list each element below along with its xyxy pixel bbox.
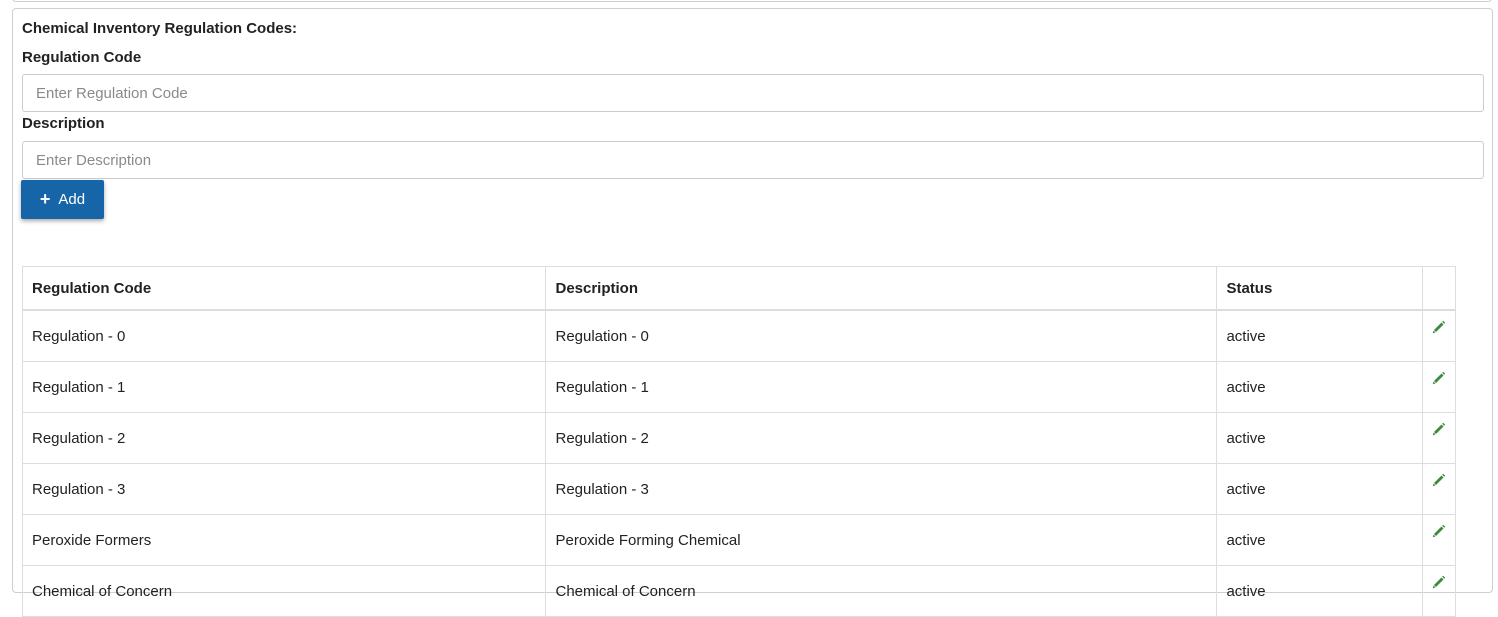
previous-panel-edge: [12, 0, 1492, 2]
table-row: Peroxide Formers Peroxide Forming Chemica…: [21, 514, 1457, 566]
plus-icon: +: [39, 188, 51, 209]
table-row: Chemical of Concern Chemical of Concern ac…: [21, 565, 1457, 617]
description-cell: Regulation - 2: [545, 412, 1218, 464]
description-input[interactable]: [22, 141, 1484, 179]
status-cell: active: [1216, 361, 1423, 413]
status-cell: active: [1216, 514, 1423, 566]
status-cell: active: [1216, 463, 1423, 515]
description-cell: Regulation - 0: [545, 309, 1218, 362]
table-row: Regulation - 3 Regulation - 3 active: [21, 463, 1457, 515]
regulation-code-cell: Regulation - 3: [21, 463, 547, 515]
status-cell: active: [1216, 309, 1423, 362]
regulation-code-input[interactable]: [22, 74, 1484, 112]
pencil-icon[interactable]: [1432, 575, 1446, 589]
pencil-icon[interactable]: [1432, 473, 1446, 487]
edit-cell: [1421, 463, 1457, 515]
table-row: Regulation - 2 Regulation - 2 active: [21, 412, 1457, 464]
edit-cell: [1421, 361, 1457, 413]
column-header-status: Status: [1216, 266, 1423, 311]
section-title: Chemical Inventory Regulation Codes:: [22, 20, 298, 37]
edit-cell: [1421, 565, 1457, 617]
edit-cell: [1421, 514, 1457, 566]
regulation-code-cell: Peroxide Formers: [21, 514, 547, 566]
table-header-row: Regulation Code Description Status: [21, 266, 1457, 311]
pencil-icon[interactable]: [1432, 524, 1446, 538]
regulation-code-cell: Regulation - 2: [21, 412, 547, 464]
pencil-icon[interactable]: [1432, 320, 1446, 334]
regulation-code-cell: Regulation - 1: [21, 361, 547, 413]
regulation-code-cell: Regulation - 0: [21, 309, 547, 362]
column-header-description: Description: [545, 266, 1218, 311]
description-label: Description: [22, 115, 105, 132]
edit-cell: [1421, 309, 1457, 362]
table-row: Regulation - 1 Regulation - 1 active: [21, 361, 1457, 413]
edit-cell: [1421, 412, 1457, 464]
pencil-icon[interactable]: [1432, 371, 1446, 385]
status-cell: active: [1216, 565, 1423, 617]
regulation-code-cell: Chemical of Concern: [21, 565, 547, 617]
add-button[interactable]: + Add: [21, 180, 104, 219]
add-button-label: Add: [58, 191, 86, 208]
column-header-actions: [1421, 266, 1457, 311]
description-cell: Chemical of Concern: [545, 565, 1218, 617]
table-body: Regulation - 0 Regulation - 0 active Regula…: [21, 309, 1457, 617]
column-header-regulation-code: Regulation Code: [21, 266, 547, 311]
pencil-icon[interactable]: [1432, 422, 1446, 436]
status-cell: active: [1216, 412, 1423, 464]
regulation-code-label: Regulation Code: [22, 49, 142, 66]
table-row: Regulation - 0 Regulation - 0 active: [21, 309, 1457, 362]
regulation-codes-table: Regulation Code Description Status Regul…: [21, 266, 1457, 617]
description-cell: Regulation - 3: [545, 463, 1218, 515]
description-cell: Peroxide Forming Chemical: [545, 514, 1218, 566]
description-cell: Regulation - 1: [545, 361, 1218, 413]
